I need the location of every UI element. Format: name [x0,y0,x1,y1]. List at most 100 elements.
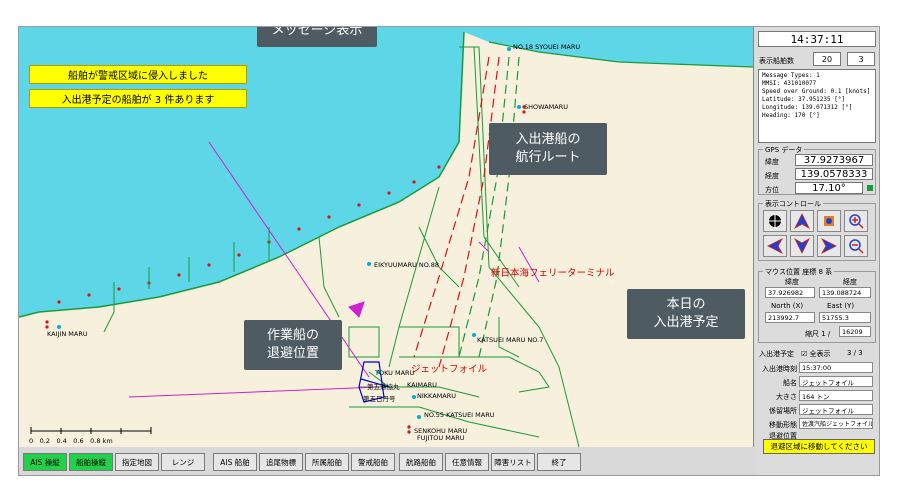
pan-right-button[interactable] [817,235,841,257]
callout-work-line1: 作業船の [266,328,319,344]
schedule-count: 3 / 3 [847,349,863,357]
scale-label: 縮尺 1 / [805,330,831,338]
mouse-lat-label: 緯度 [785,278,799,286]
display-control-title: 表示コントロール [763,199,823,209]
center-button[interactable] [763,210,787,232]
toolbar-tracking-button[interactable]: 追尾物標 [259,453,303,471]
callout-work-vessel: 作業船の 退避位置 [244,320,342,370]
target-icon [824,216,834,226]
message-line: Message Types: 1 [762,72,820,79]
eta-label: 入出港時刻 [762,365,797,373]
toolbar-ship-ops-button[interactable]: 船舶操縦 [69,453,113,471]
callout-message-text: メッセージ表示 [271,27,363,39]
toolbar-fault-list-button[interactable]: 障害リスト [491,453,535,471]
callout-today-line2: 入出港予定 [653,315,719,330]
move-type-label: 移動形態 [769,421,797,429]
ship-name-value: ジェットフォイル [799,376,873,387]
gps-lat-value: 37.9273967 [795,154,873,166]
toolbar-info-button[interactable]: 任意情報 [445,453,489,471]
gps-lon-value: 139.0578333 [795,168,873,180]
app-window: 船舶が警戒区域に侵入しました 入出港予定の船舶が 3 件あります メッセージ表示… [18,26,880,476]
message-line: Latitude: 37.951235 [°] [762,96,846,103]
pan-up-button[interactable] [790,210,814,232]
eta-value: 15:37:00 [799,362,873,373]
side-panel: 14:37:11 表示船舶数 20 3 Message Types: 1 MMS… [755,27,879,475]
ship-name-label: 船名 [783,379,797,387]
ship-label[interactable]: KAIJIN MARU [47,330,88,338]
arrow-left-icon [767,238,783,254]
ship-count-label: 表示船舶数 [759,57,794,65]
clock: 14:37:11 [758,31,876,47]
east-label: East (Y) [827,302,855,310]
north-label: North (X) [771,302,804,310]
ship-label[interactable]: KAIMARU [407,381,437,389]
ship-label[interactable]: NIKKAMARU [417,392,456,400]
ship-label[interactable]: NO.18 SYOUEI MARU [513,43,580,51]
toolbar-route-ships-button[interactable]: 航路船舶 [399,453,443,471]
callout-route-line2: 航行ルート [515,150,581,165]
terminal-label: 新日本海フェリーターミナル [491,268,615,279]
zoom-in-button[interactable] [844,210,868,232]
east-value: 51755.3 [819,312,871,323]
toolbar-own-ships-button[interactable]: 所属船舶 [305,453,349,471]
alert-schedule: 入出港予定の船舶が 3 件あります [29,89,247,108]
zoom-out-button[interactable] [844,235,868,257]
mouse-position-title: マウス位置 座標 8 系 [763,267,835,277]
callout-route-line1: 入出港船の [515,132,581,148]
ship-label[interactable]: 第五日丹号 [363,393,396,403]
ship-label[interactable]: SHOWAMARU [524,103,568,111]
ship-label[interactable]: FUJITOU MARU [417,434,465,442]
berth-label: 係留場所 [769,407,797,415]
mouse-lon-label: 経度 [843,278,857,286]
callout-today-line1: 本日の [666,297,706,313]
size-label: 大きさ [776,393,797,401]
scale-bar-graphic [30,427,152,434]
zoom-in-icon [849,214,864,229]
mark-button[interactable] [817,210,841,232]
message-box: Message Types: 1 MMSI: 431010077 Speed o… [758,69,876,143]
gps-heading-value: 17.10° [795,182,863,194]
ship-count-a: 20 [813,52,841,66]
zoom-out-icon [849,239,864,254]
message-line: Longitude: 139.071312 [°] [762,104,853,111]
north-value: 213992.7 [765,312,815,323]
arrow-right-icon [821,238,837,254]
gps-heading-label: 方位 [765,186,779,194]
schedule-show-all-checkbox[interactable]: ☑ 全表示 [801,349,831,359]
ship-label[interactable]: NO.55 KATSUEI MARU [424,411,494,419]
scale-bar: 0 0.2 0.4 0.6 0.8 km [29,425,159,445]
size-value: 164 トン [799,390,873,401]
toolbar-range-button[interactable]: レンジ [161,453,205,471]
mouse-lon-value: 139.088724 [819,287,871,298]
harbor-map[interactable]: 船舶が警戒区域に侵入しました 入出港予定の船舶が 3 件あります メッセージ表示… [19,27,754,447]
scale-bar-ticks: 0 0.2 0.4 0.6 0.8 km [29,437,113,445]
ship-label[interactable]: KATSUEI MARU NO.7 [477,336,543,344]
alert-intrusion: 船舶が警戒区域に侵入しました [29,65,247,84]
callout-today: 本日の 入出港予定 [627,289,745,339]
gps-status-indicator [867,185,873,191]
pan-down-button[interactable] [790,235,814,257]
toolbar-map-button[interactable]: 指定地図 [115,453,159,471]
message-line: Heading: 170 [°] [762,112,820,119]
callout-work-line2: 退避位置 [266,346,319,361]
move-to-evac-button[interactable]: 退避区域に移動してください [763,439,875,454]
pan-left-button[interactable] [763,235,787,257]
ship-label[interactable]: 第五漁協丸 [367,381,400,391]
mouse-lat-value: 37.926982 [765,287,815,298]
crosshair-icon [768,214,782,228]
arrow-down-icon [794,238,810,254]
toolbar-ais-button[interactable]: AIS 操縦 [23,453,67,471]
schedule-label: 入出港予定 [759,350,794,358]
ship-label[interactable]: EIKYUUMARU NO.88 [374,261,439,269]
toolbar-ais-ships-button[interactable]: AIS 船舶 [213,453,257,471]
gps-lat-label: 緯度 [765,158,779,166]
ship-label[interactable]: TOKU MARU [375,369,414,377]
move-type-value: 佐渡汽船ジェットフォイル [799,418,873,429]
toolbar-exit-button[interactable]: 終了 [537,453,581,471]
gps-lon-label: 経度 [765,172,779,180]
ship-count-b: 3 [847,52,875,66]
callout-route: 入出港船の 航行ルート [489,123,607,175]
toolbar-alert-ships-button[interactable]: 警戒船舶 [351,453,395,471]
message-line: MMSI: 431010077 [762,80,817,87]
berth-value: ジェットフォイル [799,404,873,415]
